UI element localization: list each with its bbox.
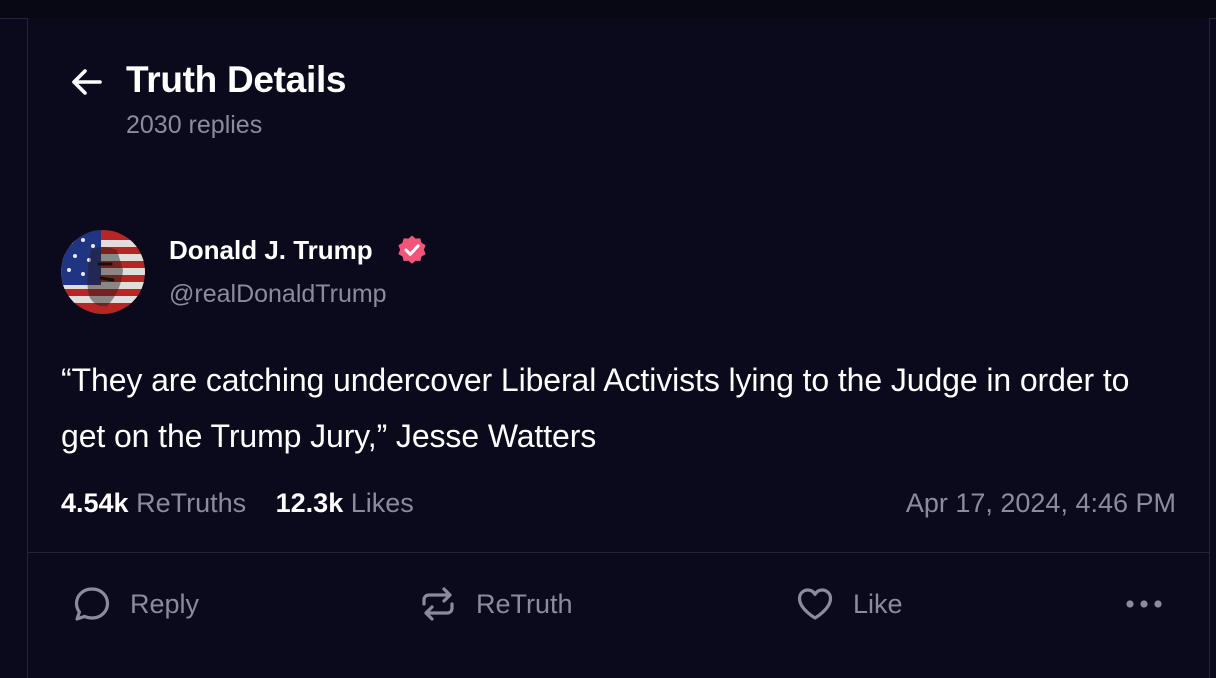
like-label: Like: [853, 588, 903, 619]
top-bar: [0, 0, 1216, 19]
author-handle[interactable]: @realDonaldTrump: [169, 280, 387, 309]
likes-stat[interactable]: 12.3k Likes: [276, 488, 414, 519]
retruths-stat[interactable]: 4.54k ReTruths: [61, 488, 246, 519]
ellipsis-icon: [1126, 600, 1162, 608]
speech-bubble-icon: [74, 587, 110, 621]
retruth-label: ReTruth: [476, 588, 573, 619]
likes-count: 12.3k: [275, 488, 344, 518]
divider: [28, 552, 1209, 553]
avatar[interactable]: [61, 230, 145, 314]
page-title: Truth Details: [126, 59, 347, 100]
arrow-left-icon: [72, 69, 102, 95]
like-button[interactable]: Like: [795, 582, 903, 626]
likes-label: Likes: [350, 488, 414, 518]
replies-count: 2030 replies: [126, 111, 263, 139]
post-timestamp: Apr 17, 2024, 4:46 PM: [905, 488, 1176, 518]
more-options-button[interactable]: [1122, 582, 1166, 626]
heart-icon: [797, 588, 833, 620]
reply-label: Reply: [130, 588, 200, 619]
post-stats: 4.54k ReTruths 12.3k Likes: [61, 488, 414, 519]
truth-details-panel: Truth Details 2030 replies Donald J. Tru…: [27, 18, 1210, 678]
verified-badge-icon: [396, 234, 428, 266]
reply-button[interactable]: Reply: [72, 582, 199, 626]
repost-arrows-icon: [422, 587, 454, 621]
retruth-button[interactable]: ReTruth: [418, 582, 573, 626]
retruths-count: 4.54k: [61, 488, 129, 518]
back-button[interactable]: [66, 62, 106, 102]
post-text: “They are catching undercover Liberal Ac…: [61, 362, 1130, 454]
author-name[interactable]: Donald J. Trump: [169, 235, 373, 266]
retruths-label: ReTruths: [136, 488, 247, 518]
avatar-image: [61, 230, 145, 314]
